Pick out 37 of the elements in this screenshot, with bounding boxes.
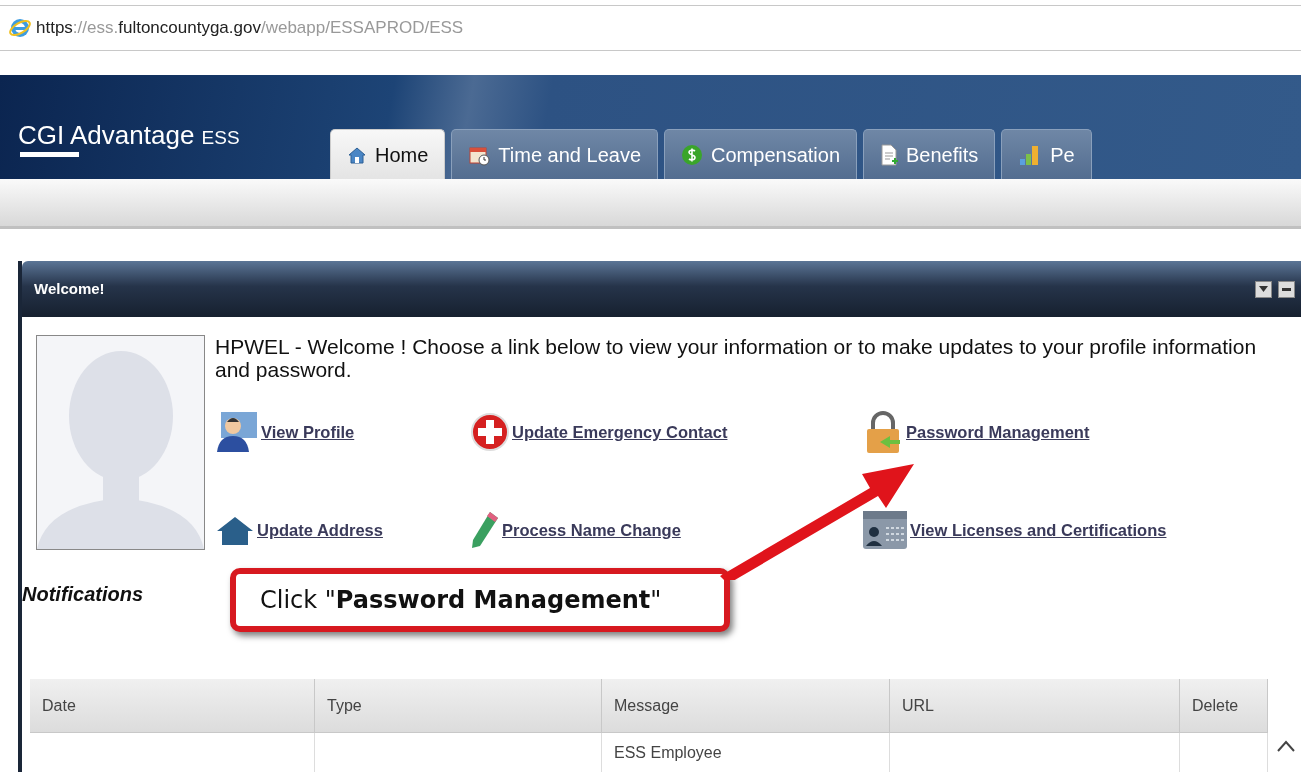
column-header[interactable]: Message (602, 679, 890, 732)
table-cell: ESS Employee (602, 733, 890, 772)
panel-link[interactable]: Password Management (906, 419, 1090, 445)
panel-link[interactable]: View Licenses and Certifications (910, 517, 1167, 543)
nav-tab[interactable]: Pe (1001, 129, 1092, 179)
document-icon (880, 143, 898, 166)
dropdown-icon (1259, 286, 1268, 292)
notifications-heading: Notifications (22, 582, 144, 607)
welcome-text: HPWEL - Welcome ! Choose a link below to view your information or to make updates to your profile information and password. (215, 335, 1258, 381)
house-icon (215, 515, 255, 545)
browser-logo-icon (8, 16, 32, 40)
minimize-icon (1282, 287, 1291, 291)
column-header[interactable]: Date (30, 679, 315, 732)
panel-link[interactable]: Process Name Change (502, 517, 681, 543)
panel-link[interactable]: Update Emergency Contact (512, 419, 728, 445)
minimize-button[interactable] (1278, 280, 1295, 298)
panel-link[interactable]: Update Address (257, 517, 383, 543)
panel-link[interactable]: View Profile (261, 419, 355, 445)
nav-tab[interactable]: Home (330, 129, 446, 179)
nav-tab[interactable]: Time and Leave (451, 129, 659, 179)
column-header[interactable]: URL (890, 679, 1180, 732)
nav-tab[interactable]: Benefits (863, 129, 996, 179)
collapse-button[interactable] (1255, 280, 1272, 298)
first-aid-icon (470, 412, 510, 452)
panel-title: Welcome! (34, 278, 105, 299)
column-header[interactable]: Type (315, 679, 602, 732)
person-icon (215, 410, 259, 454)
callout-text: Click "Password Management" (260, 585, 662, 616)
dollar-icon (681, 143, 704, 166)
nav-tab[interactable]: Compensation (664, 129, 857, 179)
id-card-icon (862, 510, 908, 550)
scroll-up-icon[interactable] (1276, 739, 1296, 753)
app-logo: CGI Advantage ESS (18, 122, 241, 148)
column-header[interactable]: Delete (1180, 679, 1268, 732)
pencil-icon (470, 510, 500, 550)
url-text[interactable]: https://ess.fultoncountyga.gov/webapp/ESSAPROD/ESS (36, 15, 464, 41)
logo-underline (20, 152, 79, 157)
